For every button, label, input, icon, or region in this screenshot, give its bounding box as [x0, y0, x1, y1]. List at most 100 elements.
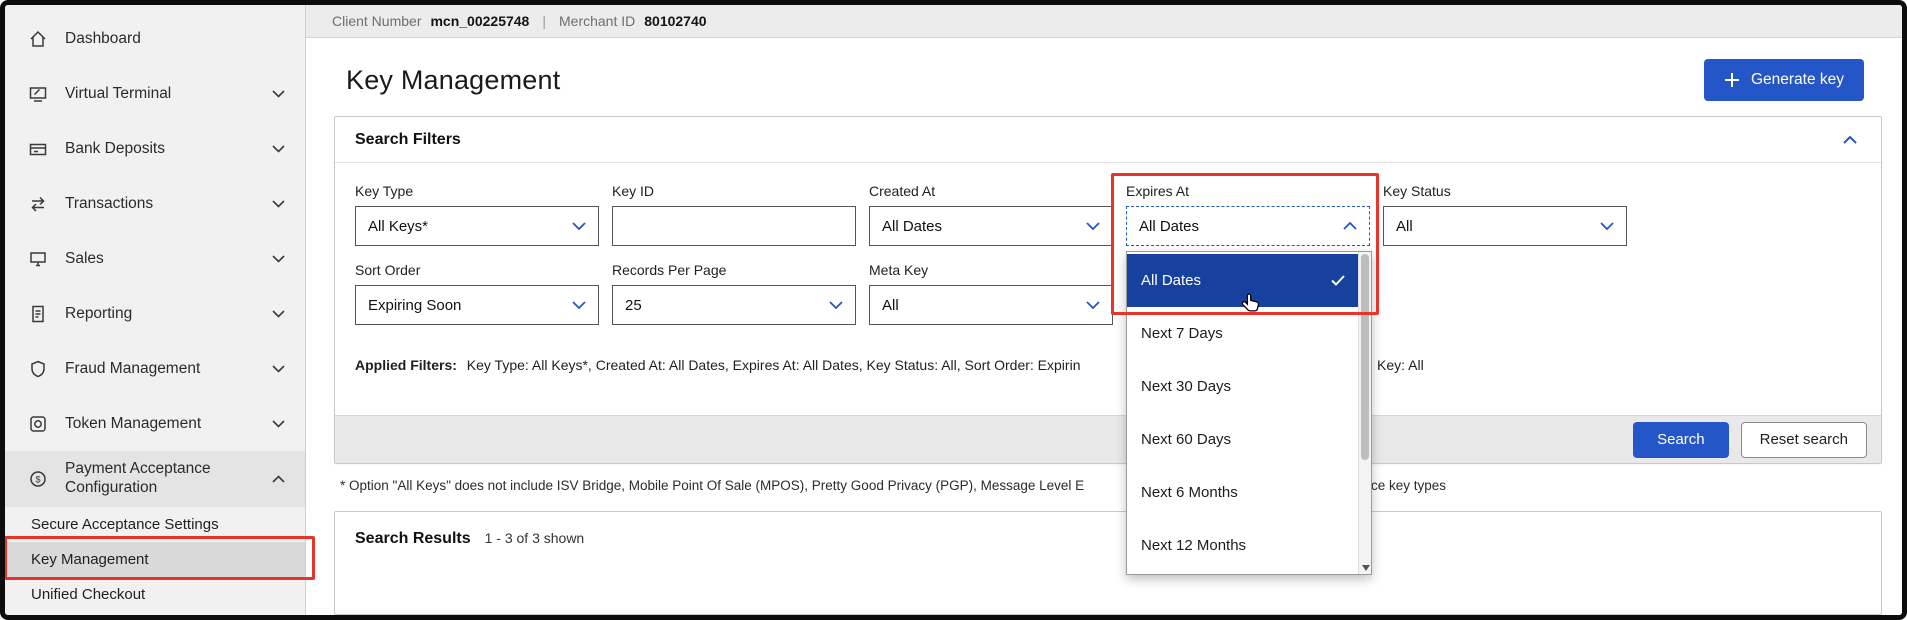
- chevron-down-icon: [1600, 222, 1614, 231]
- sidebar-item-transactions[interactable]: Transactions: [5, 176, 305, 231]
- filters-action-bar: Search Reset search: [335, 415, 1881, 464]
- records-per-page-label: Records Per Page: [612, 262, 727, 279]
- dropdown-scrollbar[interactable]: [1358, 252, 1371, 575]
- chevron-down-icon: [272, 309, 285, 318]
- chevron-down-icon: [272, 89, 285, 98]
- filter-field-expires-at: Expires At All Dates All Dates Next 7 Da…: [1111, 173, 1379, 576]
- mouse-cursor-icon: [1239, 292, 1263, 321]
- sort-order-select[interactable]: Expiring Soon: [355, 285, 599, 326]
- created-at-select[interactable]: All Dates: [869, 206, 1113, 247]
- created-at-value: All Dates: [882, 217, 943, 235]
- sidebar-item-label: Reporting: [65, 304, 133, 322]
- client-number-label: Client Number: [332, 13, 422, 30]
- footnote-text-right: ce key types: [1371, 478, 1447, 493]
- collapse-panel-button[interactable]: [1839, 131, 1861, 148]
- merchant-id-label: Merchant ID: [559, 13, 636, 30]
- sidebar-subitem-label: Unified Checkout: [31, 586, 146, 603]
- filter-field-sort-order: Sort Order Expiring Soon: [355, 262, 599, 326]
- main-content: Client Number mcn_00225748 | Merchant ID…: [306, 5, 1902, 615]
- applied-filters: Applied Filters: Key Type: All Keys*, Cr…: [355, 357, 1861, 375]
- page-header: Key Management Generate key: [306, 38, 1902, 102]
- generate-key-label: Generate key: [1750, 71, 1844, 89]
- key-type-select[interactable]: All Keys*: [355, 206, 599, 247]
- dropdown-option-label: Next 6 Months: [1141, 484, 1238, 502]
- filter-field-created-at: Created At All Dates: [869, 183, 1113, 247]
- chevron-down-icon: [272, 419, 285, 428]
- sidebar-item-label: Virtual Terminal: [65, 84, 172, 102]
- client-number-value: mcn_00225748: [430, 13, 530, 30]
- filter-field-key-type: Key Type All Keys*: [355, 183, 599, 247]
- chevron-down-icon: [272, 254, 285, 263]
- filters-body: Key Type All Keys* Key ID Created At All…: [335, 163, 1881, 576]
- search-button[interactable]: Search: [1633, 421, 1729, 458]
- dropdown-option-next-6-months[interactable]: Next 6 Months: [1127, 466, 1371, 519]
- scrollbar-thumb[interactable]: [1361, 254, 1369, 461]
- merchant-id-value: 80102740: [644, 13, 707, 30]
- sidebar-item-dashboard[interactable]: Dashboard: [5, 11, 305, 66]
- sidebar-item-payment-acceptance-configuration[interactable]: $ Payment Acceptance Configuration: [5, 451, 305, 507]
- key-status-select[interactable]: All: [1383, 206, 1627, 247]
- all-keys-footnote: * Option "All Keys" does not include ISV…: [340, 478, 1882, 493]
- records-per-page-select[interactable]: 25: [612, 285, 856, 326]
- bank-deposit-icon: [27, 138, 49, 160]
- key-id-input[interactable]: [612, 206, 856, 247]
- chevron-down-icon: [272, 364, 285, 373]
- sidebar-item-key-management[interactable]: Key Management: [5, 542, 305, 577]
- sidebar-item-unified-checkout[interactable]: Unified Checkout: [5, 577, 305, 612]
- expires-at-select[interactable]: All Dates: [1126, 206, 1370, 247]
- chevron-down-icon: [829, 301, 843, 310]
- applied-filters-label: Applied Filters:: [355, 357, 457, 374]
- sidebar-item-label: Payment Acceptance Configuration: [65, 460, 211, 496]
- search-results-panel: Search Results 1 - 3 of 3 shown: [334, 510, 1882, 615]
- search-results-title: Search Results: [355, 529, 471, 547]
- expires-at-dropdown: All Dates Next 7 Days Next 30 Days Next …: [1126, 251, 1372, 576]
- scrollbar-down-arrow-icon[interactable]: [1361, 565, 1370, 572]
- dropdown-option-next-12-months[interactable]: Next 12 Months: [1127, 519, 1371, 572]
- reset-search-button[interactable]: Reset search: [1740, 421, 1867, 458]
- sidebar-subitem-label: Key Management: [31, 551, 149, 568]
- sidebar-subitem-label: Secure Acceptance Settings: [31, 516, 219, 533]
- shield-icon: [27, 358, 49, 380]
- sidebar-item-fraud-management[interactable]: Fraud Management: [5, 341, 305, 396]
- chevron-down-icon: [1086, 222, 1100, 231]
- created-at-label: Created At: [869, 183, 936, 200]
- chevron-down-icon: [572, 222, 586, 231]
- sidebar-item-label: Fraud Management: [65, 359, 201, 377]
- generate-key-button[interactable]: Generate key: [1703, 59, 1864, 102]
- key-type-value: All Keys*: [368, 217, 429, 235]
- sidebar-item-token-management[interactable]: Token Management: [5, 396, 305, 451]
- report-icon: [27, 303, 49, 325]
- filter-row-1: Key Type All Keys* Key ID Created At All…: [355, 173, 1861, 576]
- sidebar-item-reporting[interactable]: Reporting: [5, 286, 305, 341]
- chevron-up-icon: [1843, 135, 1857, 144]
- sidebar-item-label: Bank Deposits: [65, 139, 165, 157]
- dropdown-option-label: All Dates: [1141, 272, 1202, 290]
- sales-icon: [27, 248, 49, 270]
- expires-at-value: All Dates: [1139, 217, 1200, 235]
- key-id-label: Key ID: [612, 183, 655, 200]
- dropdown-option-next-30-days[interactable]: Next 30 Days: [1127, 360, 1371, 413]
- sidebar-item-sales[interactable]: Sales: [5, 231, 305, 286]
- terminal-icon: [27, 83, 49, 105]
- chevron-down-icon: [572, 301, 586, 310]
- separator: |: [542, 13, 546, 30]
- plus-icon: [1724, 72, 1740, 88]
- home-icon: [27, 28, 49, 50]
- chevron-down-icon: [272, 144, 285, 153]
- applied-filters-text-right: Key: All: [1377, 357, 1424, 374]
- sort-order-label: Sort Order: [355, 262, 421, 279]
- dropdown-option-next-60-days[interactable]: Next 60 Days: [1127, 413, 1371, 466]
- sidebar-item-secure-acceptance-settings[interactable]: Secure Acceptance Settings: [5, 507, 305, 542]
- sidebar-item-virtual-terminal[interactable]: Virtual Terminal: [5, 66, 305, 121]
- dropdown-option-label: Next 7 Days: [1141, 325, 1223, 343]
- sidebar-item-label: Sales: [65, 249, 104, 267]
- sidebar-item-bank-deposits[interactable]: Bank Deposits: [5, 121, 305, 176]
- chevron-up-icon: [272, 475, 285, 483]
- meta-key-select[interactable]: All: [869, 285, 1113, 326]
- filter-field-key-id: Key ID: [612, 183, 856, 247]
- checkmark-icon: [1331, 275, 1345, 286]
- payment-icon: $: [27, 468, 49, 490]
- sidebar-item-label: Dashboard: [65, 29, 141, 47]
- meta-key-label: Meta Key: [869, 262, 929, 279]
- dropdown-option-label: Next 12 Months: [1141, 537, 1247, 555]
